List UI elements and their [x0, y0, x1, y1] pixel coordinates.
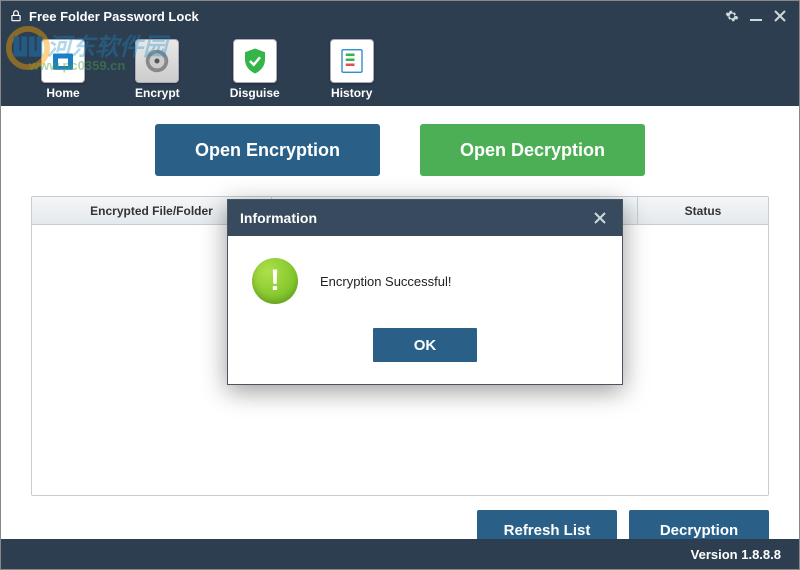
- success-icon: !: [252, 258, 298, 304]
- minimize-button[interactable]: [745, 5, 767, 27]
- info-dialog: Information ! Encryption Successful! OK: [227, 199, 623, 385]
- dialog-title: Information: [240, 210, 317, 226]
- footer-bar: Version 1.8.8.8: [1, 539, 799, 569]
- dialog-message: Encryption Successful!: [320, 274, 452, 289]
- ok-button[interactable]: OK: [373, 328, 477, 362]
- dialog-body: ! Encryption Successful!: [228, 236, 622, 314]
- nav-encrypt[interactable]: Encrypt: [135, 39, 180, 100]
- history-icon: [330, 39, 374, 83]
- lock-icon: [9, 9, 23, 23]
- nav-encrypt-label: Encrypt: [135, 86, 180, 100]
- safe-icon: [135, 39, 179, 83]
- nav-home-label: Home: [46, 86, 79, 100]
- nav-home[interactable]: Home: [41, 39, 85, 100]
- version-label: Version 1.8.8.8: [691, 547, 781, 562]
- shield-icon: [233, 39, 277, 83]
- open-encryption-button[interactable]: Open Encryption: [155, 124, 380, 176]
- col-status: Status: [638, 197, 768, 224]
- action-row: Open Encryption Open Decryption: [31, 124, 769, 176]
- home-icon: [41, 39, 85, 83]
- nav-history-label: History: [331, 86, 372, 100]
- settings-icon[interactable]: [721, 5, 743, 27]
- dialog-titlebar: Information: [228, 200, 622, 236]
- title-bar: Free Folder Password Lock: [1, 1, 799, 31]
- window-title: Free Folder Password Lock: [29, 9, 719, 24]
- nav-disguise-label: Disguise: [230, 86, 280, 100]
- nav-history[interactable]: History: [330, 39, 374, 100]
- dialog-footer: OK: [228, 314, 622, 384]
- nav-disguise[interactable]: Disguise: [230, 39, 280, 100]
- dialog-close-button[interactable]: [590, 208, 610, 228]
- close-button[interactable]: [769, 5, 791, 27]
- nav-bar: Home Encrypt Disguise History: [1, 31, 799, 106]
- open-decryption-button[interactable]: Open Decryption: [420, 124, 645, 176]
